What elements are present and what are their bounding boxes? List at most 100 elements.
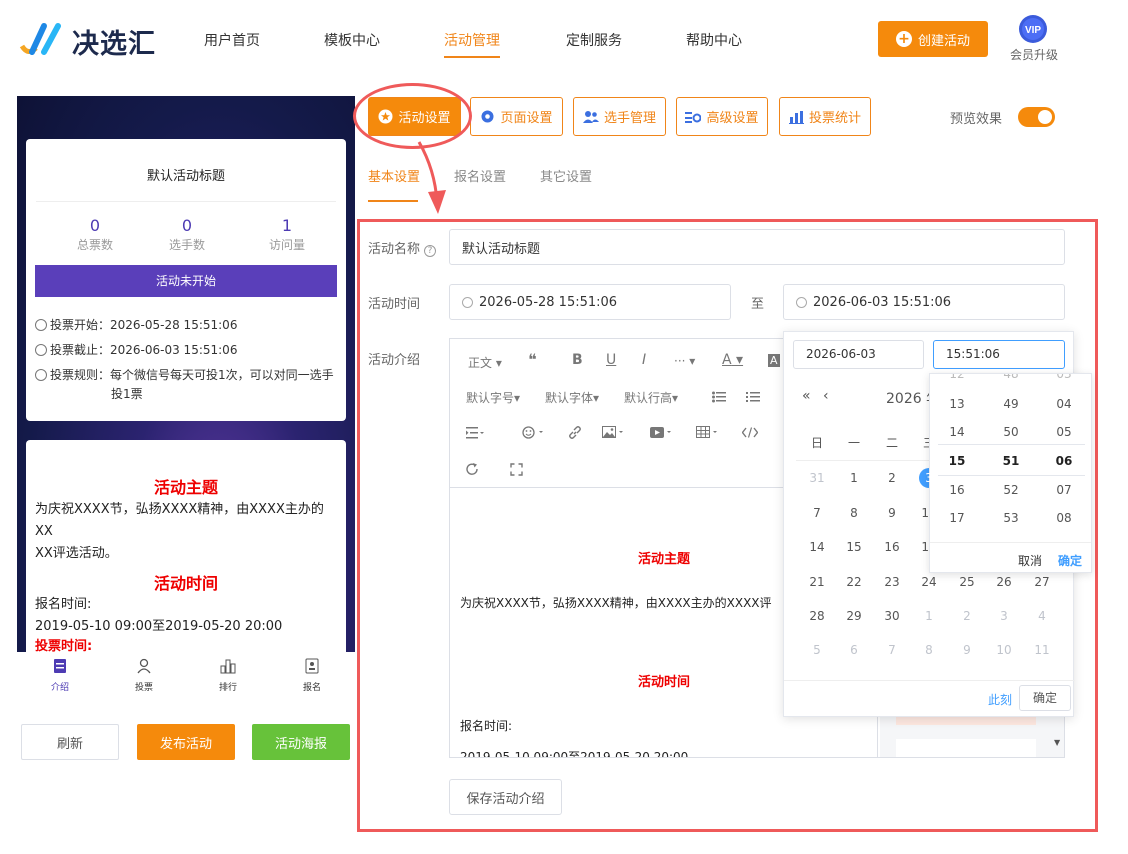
time-option-hours[interactable]: 15 [930, 454, 984, 468]
time-option-minutes[interactable]: 53 [984, 511, 1038, 525]
intro-tab-icon[interactable] [52, 658, 68, 674]
calendar-day[interactable]: 10 [985, 643, 1023, 657]
calendar-day[interactable]: 21 [798, 575, 836, 589]
calendar-day[interactable]: 5 [798, 643, 836, 657]
italic-icon[interactable]: I [642, 352, 646, 368]
calendar-day[interactable]: 3 [910, 471, 948, 485]
time-option-seconds[interactable]: 07 [1037, 483, 1091, 497]
publish-activity-button[interactable]: 发布活动 [137, 724, 235, 760]
vip-upgrade-label[interactable]: 会员升级 [1010, 46, 1058, 63]
time-option-minutes[interactable]: 52 [984, 483, 1038, 497]
time-option-hours[interactable]: 16 [930, 483, 984, 497]
time-option-minutes[interactable]: 50 [984, 425, 1038, 439]
code-icon[interactable] [742, 427, 758, 438]
time-option-minutes[interactable]: 51 [984, 454, 1038, 468]
start-time-input[interactable]: 2026-05-28 15:51:06 [449, 284, 731, 320]
preview-effect-toggle[interactable] [1018, 107, 1055, 127]
prev-month-icon[interactable]: ‹ [823, 388, 829, 404]
nav-activity-manage[interactable]: 活动管理 [444, 30, 500, 58]
time-ok-button[interactable]: 确定 [1058, 552, 1082, 569]
nav-custom-service[interactable]: 定制服务 [566, 30, 622, 58]
fullscreen-icon[interactable] [510, 463, 523, 476]
subtab-other[interactable]: 其它设置 [540, 166, 592, 185]
time-option-seconds[interactable]: 06 [1037, 454, 1091, 468]
font-color-icon[interactable]: A ▾ [722, 352, 743, 368]
vip-icon[interactable]: VIP [1018, 14, 1048, 44]
time-option-seconds[interactable]: 08 [1037, 511, 1091, 525]
numbered-list-icon[interactable] [746, 391, 760, 403]
calendar-day[interactable]: 8 [910, 643, 948, 657]
signup-tab-icon[interactable] [304, 658, 320, 674]
more-icon[interactable]: ··· ▾ [674, 354, 695, 368]
ranking-tab-icon[interactable] [220, 658, 236, 674]
picker-time-input[interactable]: 15:51:06 [933, 340, 1065, 369]
calendar-day[interactable]: 25 [948, 575, 986, 589]
calendar-day[interactable]: 24 [910, 575, 948, 589]
scroll-down-arrow[interactable]: ▼ [1054, 738, 1064, 758]
calendar-day[interactable]: 16 [873, 540, 911, 554]
tab-intro[interactable]: 介绍 [40, 680, 80, 693]
image-icon[interactable] [602, 426, 626, 439]
time-option-hours[interactable]: 17 [930, 511, 984, 525]
calendar-day[interactable]: 3 [985, 609, 1023, 623]
calendar-day[interactable]: 9 [948, 643, 986, 657]
tab-vote[interactable]: 投票 [124, 680, 164, 693]
time-option-minutes[interactable]: 48 [984, 374, 1038, 382]
activity-poster-button[interactable]: 活动海报 [252, 724, 350, 760]
create-activity-button[interactable]: + 创建活动 [878, 21, 988, 57]
tab-contestant-manage[interactable]: 选手管理 [573, 97, 666, 136]
help-icon[interactable]: ? [424, 245, 437, 257]
font-size-select[interactable]: 默认字号▾ [466, 389, 520, 406]
time-cancel-button[interactable]: 取消 [1018, 552, 1042, 569]
bullet-list-icon[interactable] [712, 391, 726, 403]
template-thumb[interactable] [896, 739, 1036, 757]
end-time-input[interactable]: 2026-06-03 15:51:06 [783, 284, 1065, 320]
save-intro-button[interactable]: 保存活动介绍 [449, 779, 562, 815]
calendar-day[interactable]: 29 [835, 609, 873, 623]
calendar-day[interactable]: 7 [873, 643, 911, 657]
time-option-minutes[interactable]: 49 [984, 397, 1038, 411]
tab-advanced-settings[interactable]: 高级设置 [676, 97, 768, 136]
paragraph-format-select[interactable]: 正文 ▾ [468, 354, 502, 371]
line-height-select[interactable]: 默认行高▾ [624, 389, 678, 406]
nav-help[interactable]: 帮助中心 [686, 30, 742, 58]
time-option-seconds[interactable]: 03 [1037, 374, 1091, 382]
subtab-basic[interactable]: 基本设置 [368, 166, 420, 185]
calendar-day[interactable]: 9 [873, 506, 911, 520]
time-option-seconds[interactable]: 04 [1037, 397, 1091, 411]
tab-page-settings[interactable]: 页面设置 [470, 97, 563, 136]
font-family-select[interactable]: 默认字体▾ [545, 389, 599, 406]
picker-date-input[interactable]: 2026-06-03 [793, 340, 924, 369]
calendar-day[interactable]: 6 [835, 643, 873, 657]
calendar-day[interactable]: 14 [798, 540, 836, 554]
redo-icon[interactable] [466, 463, 479, 476]
nav-home[interactable]: 用户首页 [204, 30, 260, 58]
now-button[interactable]: 此刻 [988, 691, 1012, 708]
tab-vote-stats[interactable]: 投票统计 [779, 97, 871, 136]
calendar-day[interactable]: 22 [835, 575, 873, 589]
calendar-day[interactable]: 4 [1023, 609, 1061, 623]
time-option-hours[interactable]: 14 [930, 425, 984, 439]
refresh-button[interactable]: 刷新 [21, 724, 119, 760]
calendar-day[interactable]: 2 [948, 609, 986, 623]
calendar-day[interactable]: 1 [910, 609, 948, 623]
calendar-day[interactable]: 23 [873, 575, 911, 589]
calendar-day[interactable]: 8 [835, 506, 873, 520]
indent-icon[interactable] [466, 427, 484, 439]
bold-icon[interactable]: B [572, 352, 583, 368]
tab-signup[interactable]: 报名 [292, 680, 332, 693]
prev-year-icon[interactable]: « [802, 388, 811, 404]
nav-templates[interactable]: 模板中心 [324, 30, 380, 58]
calendar-day[interactable]: 1 [835, 471, 873, 485]
underline-icon[interactable]: U [606, 352, 616, 368]
picker-ok-button[interactable]: 确定 [1019, 685, 1071, 711]
calendar-day[interactable]: 27 [1023, 575, 1061, 589]
activity-name-input[interactable]: 默认活动标题 [449, 229, 1065, 265]
link-icon[interactable] [568, 426, 582, 439]
vote-tab-icon[interactable] [136, 658, 152, 674]
calendar-day[interactable]: 7 [798, 506, 836, 520]
bg-color-icon[interactable]: A [768, 354, 780, 367]
calendar-day[interactable]: 15 [835, 540, 873, 554]
calendar-day[interactable]: 26 [985, 575, 1023, 589]
video-icon[interactable] [650, 426, 674, 439]
